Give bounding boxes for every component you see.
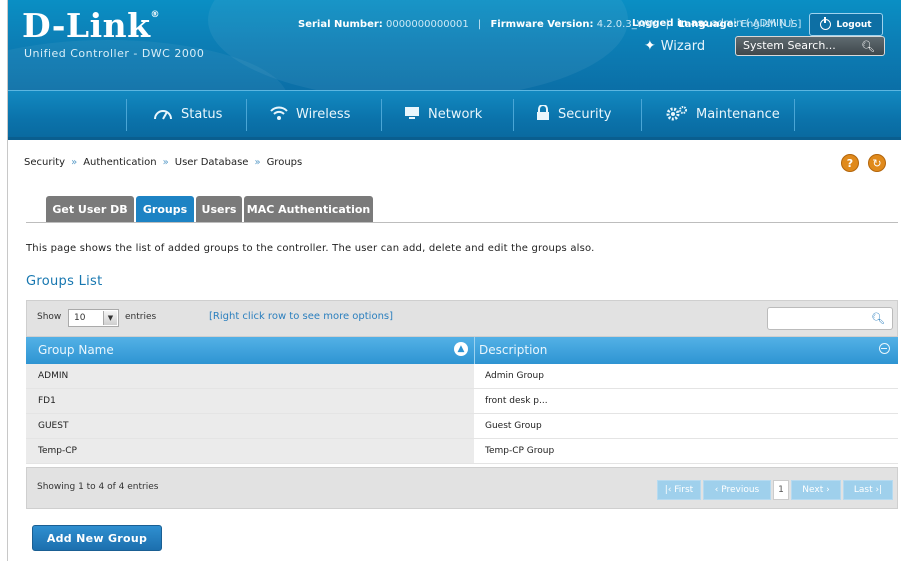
nav-divider [794,99,795,131]
pager-next-button[interactable]: Next › [791,480,841,500]
wand-icon: ✦ [644,38,656,54]
tab-get-user-db[interactable]: Get User DB [46,196,134,222]
nav-label: Wireless [296,107,351,122]
table-header: Group Name ▲ Description [26,337,898,364]
logo: D-Link® [22,6,161,45]
search-icon[interactable]: 🔍︎ [871,312,885,325]
table-search-input[interactable]: 🔍︎ [767,307,893,330]
nav-item-maintenance[interactable]: Maintenance [666,91,780,138]
wizard-link[interactable]: ✦ Wizard [644,38,705,54]
entries-select[interactable]: 10 ▼ [68,309,119,327]
product-subtitle: Unified Controller - DWC 2000 [24,47,205,60]
language-value[interactable]: English [US] [741,19,802,30]
sort-neutral-icon[interactable] [879,343,890,354]
device-info: Serial Number: 0000000000001 | Firmware … [298,19,802,30]
gears-icon [666,105,688,125]
serial-label: Serial Number: [298,19,383,30]
nav-label: Network [428,107,483,122]
breadcrumb-item[interactable]: Authentication [83,157,156,168]
right-click-hint: [Right click row to see more options] [209,311,394,322]
logout-button[interactable]: Logout [809,13,883,36]
header: D-Link® Unified Controller - DWC 2000 Lo… [8,0,901,90]
table-toolbar: Show 10 ▼ entries [Right click row to se… [26,300,898,337]
search-icon[interactable]: 🔍︎ [861,38,875,56]
entries-value: 10 [74,313,86,323]
table-info: Showing 1 to 4 of 4 entries [37,482,159,492]
language-label: Language: [678,19,738,30]
system-search-placeholder: System Search... [743,39,836,52]
cell-description: Guest Group [474,414,898,438]
wizard-label: Wizard [660,39,706,54]
cell-description: Admin Group [474,364,898,388]
main-nav: Status Wireless Network Security Mainten… [8,90,901,140]
chevron-down-icon: ▼ [103,311,117,325]
page-description: This page shows the list of added groups… [26,243,595,254]
cell-group-name: GUEST [26,414,474,438]
nav-label: Status [181,107,223,122]
table-footer: Showing 1 to 4 of 4 entries |‹ First ‹ P… [26,467,898,509]
nav-item-wireless[interactable]: Wireless [270,91,350,138]
show-label: Show [37,312,62,322]
firmware-value: 4.2.0.3_WW [596,19,657,30]
tab-users[interactable]: Users [196,196,242,222]
table-row[interactable]: FD1 front desk p... [26,389,898,414]
refresh-icon[interactable]: ↻ [868,154,886,172]
table-row[interactable]: Temp-CP Temp-CP Group [26,439,898,464]
serial-value: 0000000000001 [385,19,469,30]
nav-divider [246,99,247,131]
nav-label: Security [558,107,612,122]
app-frame: D-Link® Unified Controller - DWC 2000 Lo… [7,0,901,561]
table-row[interactable]: GUEST Guest Group [26,414,898,439]
cell-group-name: FD1 [26,389,474,413]
nav-divider [641,99,642,131]
tab-mac-authentication[interactable]: MAC Authentication [244,196,373,222]
sort-up-icon[interactable]: ▲ [454,342,468,356]
breadcrumb-item[interactable]: Security [24,157,65,168]
firmware-label: Firmware Version: [490,19,594,30]
breadcrumb: Security» Authentication» User Database» Gr… [24,157,303,168]
section-title: Groups List [26,274,103,289]
nav-item-security[interactable]: Security [536,91,611,138]
pager-page-1[interactable]: 1 [773,480,789,500]
system-search-input[interactable]: System Search... 🔍︎ [735,36,885,56]
nav-label: Maintenance [696,107,780,122]
tab-groups[interactable]: Groups [136,196,194,222]
table-row[interactable]: ADMIN Admin Group [26,364,898,389]
nav-divider [381,99,382,131]
column-header-description[interactable]: Description [479,343,547,357]
nav-divider [513,99,514,131]
nav-item-network[interactable]: Network [404,91,482,138]
breadcrumb-item-current: Groups [266,157,303,168]
cell-description: Temp-CP Group [474,439,898,463]
nav-item-status[interactable]: Status [153,91,222,138]
help-icon[interactable]: ? [841,154,859,172]
pager-last-button[interactable]: Last ›| [843,480,893,500]
cell-description: front desk p... [474,389,898,413]
tab-underline [26,222,898,223]
breadcrumb-item[interactable]: User Database [175,157,249,168]
cell-group-name: Temp-CP [26,439,474,463]
wifi-icon [270,105,288,125]
monitor-icon [404,106,420,124]
pager-previous-button[interactable]: ‹ Previous [703,480,771,500]
cell-group-name: ADMIN [26,364,474,388]
gauge-icon [153,106,173,124]
nav-divider [126,99,127,131]
column-header-group-name[interactable]: Group Name [38,343,114,357]
logout-label: Logout [836,19,872,30]
pager-first-button[interactable]: |‹ First [657,480,701,500]
entries-label: entries [125,312,157,322]
lock-icon [536,103,550,125]
power-icon [820,17,832,30]
add-new-group-button[interactable]: Add New Group [32,525,162,551]
